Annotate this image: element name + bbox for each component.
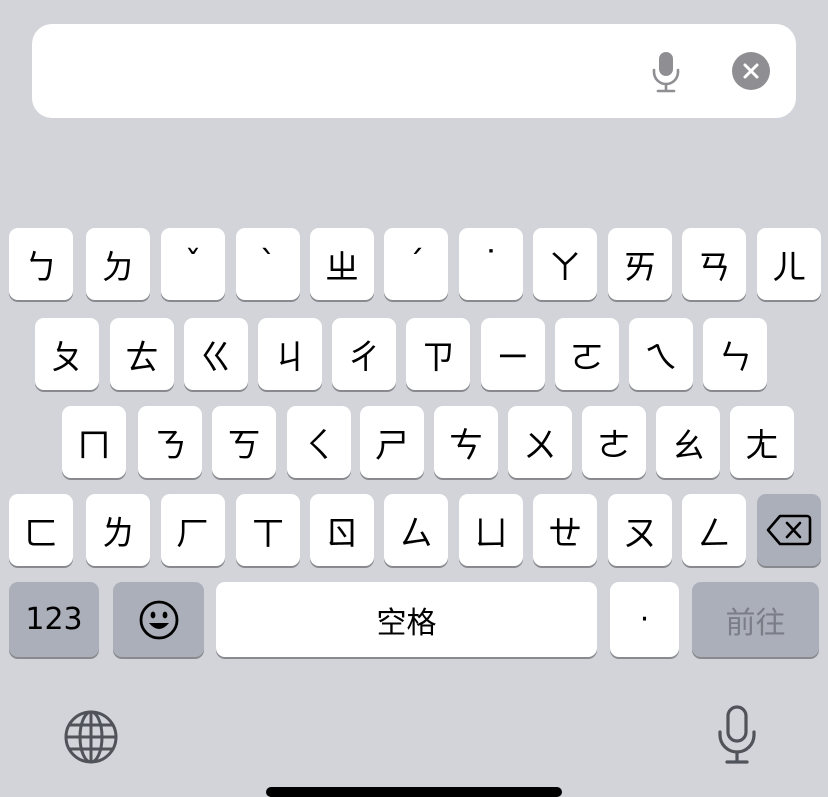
key-d[interactable]: ㄉ — [86, 228, 150, 300]
key-i[interactable]: ㄧ — [481, 318, 545, 390]
globe-icon[interactable] — [63, 709, 119, 769]
space-key[interactable]: 空格 — [216, 582, 597, 657]
backspace-icon — [766, 514, 812, 546]
punctuation-key[interactable]: · — [610, 582, 679, 657]
backspace-key[interactable] — [757, 494, 821, 566]
key-m[interactable]: ㄇ — [62, 406, 126, 478]
key-ai[interactable]: ㄞ — [608, 228, 672, 300]
key-u[interactable]: ㄨ — [508, 406, 572, 478]
key-ao[interactable]: ㄠ — [656, 406, 720, 478]
key-eh[interactable]: ㄝ — [533, 494, 597, 566]
key-zh[interactable]: ㄓ — [310, 228, 374, 300]
numbers-key[interactable]: 123 — [9, 582, 99, 657]
key-k[interactable]: ㄎ — [212, 406, 276, 478]
key-x[interactable]: ㄒ — [236, 494, 300, 566]
key-l[interactable]: ㄌ — [86, 494, 150, 566]
smiley-face-icon — [139, 600, 178, 639]
search-input[interactable] — [56, 48, 620, 96]
key-n[interactable]: ㄋ — [138, 406, 202, 478]
key-tone-4[interactable]: ˋ — [236, 228, 300, 300]
key-b[interactable]: ㄅ — [9, 228, 73, 300]
key-en[interactable]: ㄣ — [703, 318, 767, 390]
key-neutral-tone[interactable]: ˙ — [459, 228, 523, 300]
key-ou[interactable]: ㄡ — [608, 494, 672, 566]
key-z[interactable]: ㄗ — [406, 318, 470, 390]
key-r[interactable]: ㄖ — [310, 494, 374, 566]
key-f[interactable]: ㄈ — [9, 494, 73, 566]
key-s[interactable]: ㄙ — [384, 494, 448, 566]
key-tone-2[interactable]: ˊ — [384, 228, 448, 300]
key-sh[interactable]: ㄕ — [360, 406, 424, 478]
key-an[interactable]: ㄢ — [682, 228, 746, 300]
emoji-key[interactable] — [113, 582, 204, 657]
key-t[interactable]: ㄊ — [110, 318, 174, 390]
key-p[interactable]: ㄆ — [35, 318, 99, 390]
key-er[interactable]: ㄦ — [757, 228, 821, 300]
key-j[interactable]: ㄐ — [258, 318, 322, 390]
key-g[interactable]: ㄍ — [184, 318, 248, 390]
go-key[interactable]: 前往 — [692, 582, 819, 657]
key-ang[interactable]: ㄤ — [730, 406, 794, 478]
key-q[interactable]: ㄑ — [287, 406, 351, 478]
key-o[interactable]: ㄛ — [555, 318, 619, 390]
key-tone-3[interactable]: ˇ — [161, 228, 225, 300]
key-ch[interactable]: ㄔ — [332, 318, 396, 390]
key-a[interactable]: ㄚ — [533, 228, 597, 300]
home-indicator — [266, 787, 562, 797]
microphone-icon[interactable] — [646, 50, 686, 94]
key-eng[interactable]: ㄥ — [682, 494, 746, 566]
search-field[interactable] — [32, 24, 796, 118]
key-ei[interactable]: ㄟ — [629, 318, 693, 390]
clear-circle-x-icon[interactable] — [732, 52, 770, 90]
key-c[interactable]: ㄘ — [434, 406, 498, 478]
key-e[interactable]: ㄜ — [582, 406, 646, 478]
dictation-microphone-icon[interactable] — [714, 704, 760, 770]
key-h[interactable]: ㄏ — [161, 494, 225, 566]
key-yu[interactable]: ㄩ — [459, 494, 523, 566]
